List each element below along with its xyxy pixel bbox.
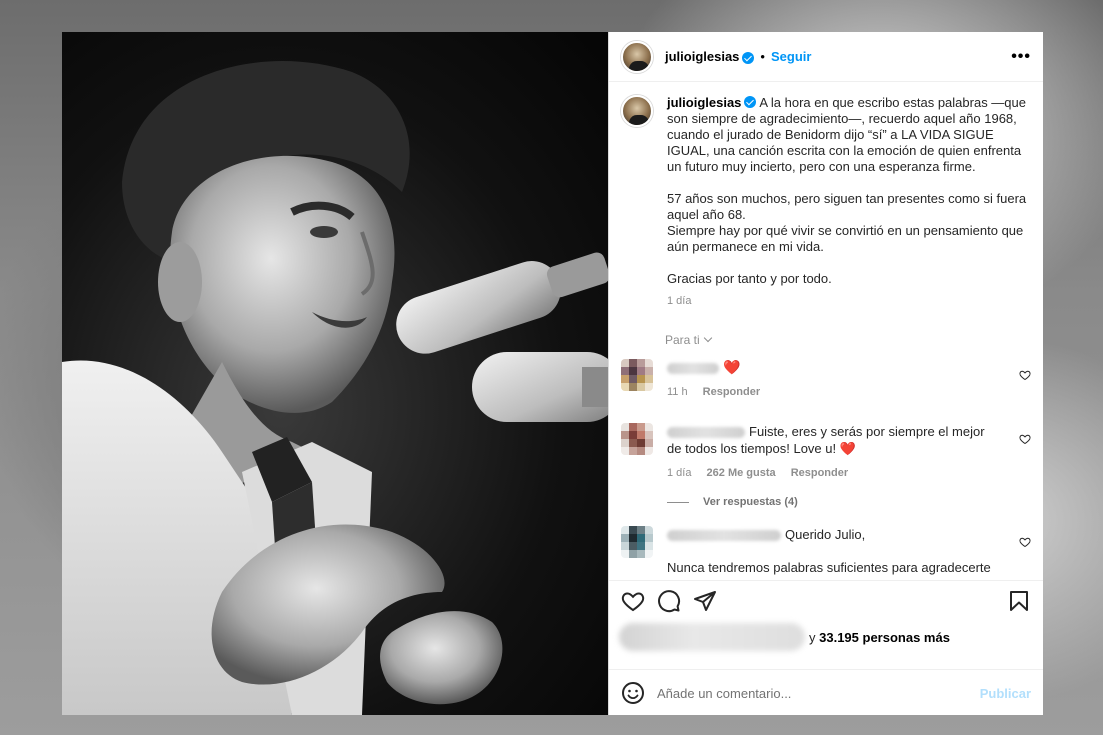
comment-avatar[interactable] [621,423,653,455]
heart-icon[interactable] [1019,536,1031,548]
emoji-icon[interactable] [621,681,645,705]
caption-avatar[interactable] [621,95,653,127]
more-icon[interactable]: ••• [1011,48,1031,66]
separator-dot: • [760,49,765,64]
comment-avatar[interactable] [621,359,653,391]
view-replies-button[interactable]: Ver respuestas (4) [667,496,1031,508]
view-replies-label: Ver respuestas (4) [703,496,798,508]
post-header: julioiglesias • Seguir ••• [609,32,1043,82]
action-icons [609,581,1043,621]
comment-item: Fuiste, eres y serás por siempre el mejo… [621,423,1031,482]
comment-time: 1 día [667,467,692,479]
blurred-username [667,530,781,542]
comment-body: Querido Julio, Nunca tendremos palabras … [667,526,1007,579]
likes-summary: y 33.195 personas más [809,629,950,645]
post-actions: y 33.195 personas más Publicar [609,580,1043,720]
comment-likes[interactable]: 262 Me gusta [707,467,776,479]
blurred-username [667,427,745,439]
comments-scroll-area[interactable]: julioiglesias A la hora en que escribo e… [609,83,1043,579]
follow-button[interactable]: Seguir [771,49,811,64]
comment-text-line1: Querido Julio, [785,527,866,542]
heart-icon[interactable] [1019,369,1031,381]
reply-button[interactable]: Responder [703,386,760,398]
comment-text-line2: Nunca tendremos palabras suficientes par… [667,560,991,579]
caption-body: julioiglesias A la hora en que escribo e… [667,95,1027,309]
heart-icon[interactable] [621,589,645,613]
comment-time: 11 h [667,386,688,398]
comment-input[interactable] [657,685,980,701]
comment-item: ❤️ 11 h Responder [621,359,1031,401]
likes-row[interactable]: y 33.195 personas más [609,621,1043,653]
comment-body: Fuiste, eres y serás por siempre el mejo… [667,423,1007,482]
verified-icon [744,96,757,108]
comment-item: Querido Julio, Nunca tendremos palabras … [621,526,1031,579]
chevron-down-icon [703,333,712,343]
caption-paragraph-2: 57 años son muchos, pero siguen tan pres… [667,191,1027,254]
caption: julioiglesias A la hora en que escribo e… [621,95,1031,309]
add-comment-bar: Publicar [609,669,1043,716]
reply-button[interactable]: Responder [791,467,848,479]
singer-photo-illustration [62,61,608,715]
comment-avatar[interactable] [621,526,653,558]
caption-time: 1 día [667,295,692,307]
post-photo[interactable] [62,32,608,715]
sort-label: Para ti [665,333,700,347]
publish-button[interactable]: Publicar [980,686,1031,701]
comment-meta: 11 h Responder [667,384,1007,401]
comment-text: ❤️ [723,359,741,375]
caption-paragraph-1: julioiglesias A la hora en que escribo e… [667,95,1026,174]
heart-icon[interactable] [1019,433,1031,445]
avatar[interactable] [621,40,653,73]
likes-count[interactable]: 33.195 personas más [819,630,950,645]
post-modal: julioiglesias • Seguir ••• julioiglesias… [62,32,1043,715]
comment-meta: 1 día 262 Me gusta Responder [667,465,1007,482]
caption-paragraph-3: Gracias por tanto y por todo. [667,271,832,286]
verified-icon [742,51,755,64]
replies-divider [667,501,689,503]
save-icon[interactable] [1007,589,1031,613]
sort-dropdown[interactable]: Para ti [665,333,1031,347]
blurred-likers [619,623,805,651]
comment-icon[interactable] [657,589,681,613]
caption-username[interactable]: julioiglesias [667,95,741,110]
post-panel: julioiglesias • Seguir ••• julioiglesias… [608,32,1043,715]
blurred-username [667,363,719,375]
comment-body: ❤️ 11 h Responder [667,359,1007,401]
username[interactable]: julioiglesias [665,49,739,64]
share-icon[interactable] [693,589,717,613]
